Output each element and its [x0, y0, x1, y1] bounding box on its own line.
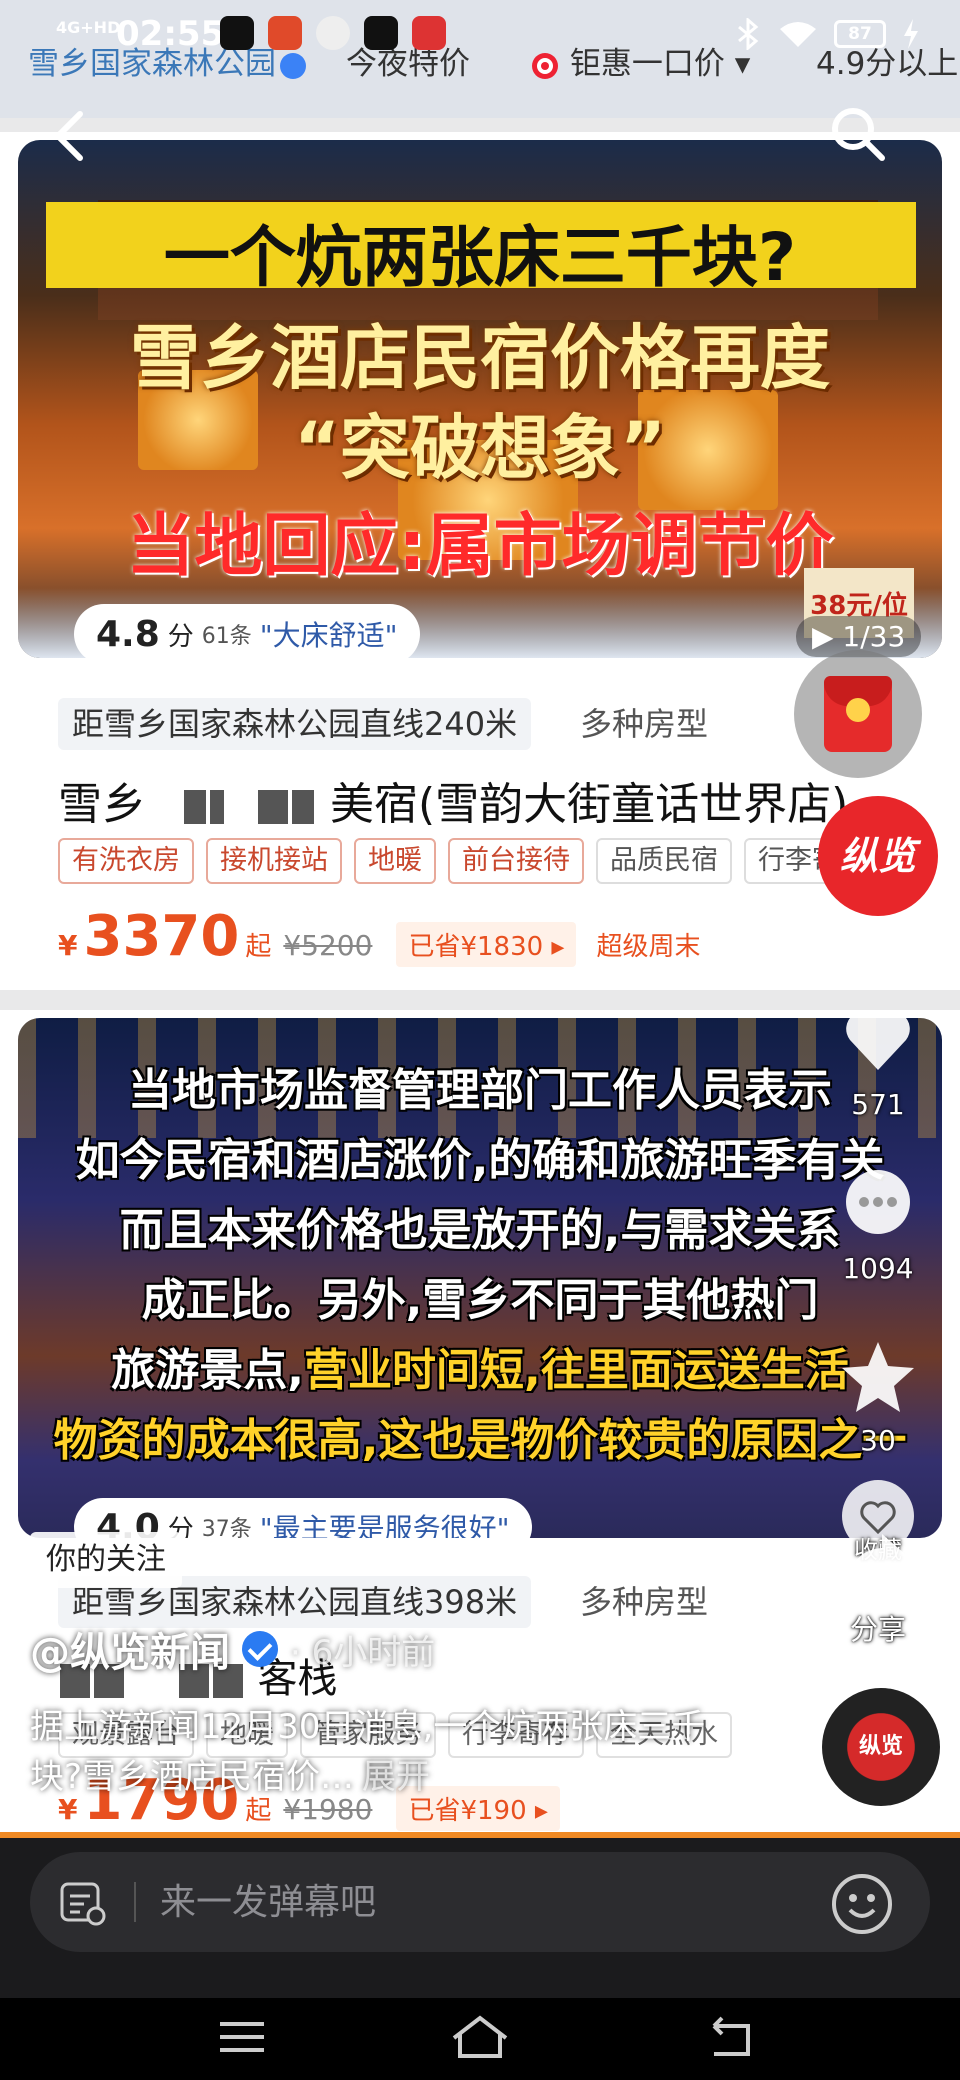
- headline-line2: 雪乡酒店民宿价格再度: [130, 317, 830, 399]
- tag: 接机接站: [206, 838, 342, 884]
- back-nav-icon[interactable]: [700, 2012, 760, 2062]
- favorite-count: 30: [860, 1424, 896, 1457]
- video-frame[interactable]: 雪乡国家森林公园 今夜特价 钜惠一口价 ▾ 4.9分以上 一个炕两张床三千块? …: [0, 0, 960, 1838]
- charging-icon: [904, 19, 918, 49]
- wifi-icon: [780, 22, 816, 47]
- search-icon: [832, 108, 885, 161]
- caption-line: 而且本来价格也是放开的,与需求关系: [119, 1205, 841, 1256]
- news-app-icon: [268, 16, 302, 50]
- caption-line: 物资的成本很高,这也是物价较贵的原因之一: [53, 1415, 907, 1466]
- comment-count: 1094: [842, 1252, 914, 1285]
- system-nav-bar: [0, 1998, 960, 2080]
- back-button[interactable]: [44, 104, 100, 168]
- comment-button[interactable]: 1094: [828, 1164, 928, 1285]
- like-count: 571: [851, 1088, 905, 1121]
- headline-line3: “突破想象”: [293, 407, 666, 489]
- share-label: 分享: [849, 1613, 906, 1646]
- original-price: ¥5200: [283, 929, 373, 962]
- facility-tags: 有洗衣房 接机接站 地暖 前台接待 品质民宿 行李寄存: [58, 838, 880, 884]
- star-icon: [842, 1342, 914, 1412]
- network-indicator: 4G+HD: [56, 18, 121, 37]
- comment-bar: 来一发弹幕吧: [0, 1838, 960, 1998]
- share-arrow-icon: [846, 1534, 912, 1590]
- promo-label: 超级周末: [596, 932, 701, 962]
- tag: 前台接待: [448, 838, 584, 884]
- emoji-icon: [832, 1874, 892, 1934]
- expand-link[interactable]: 展开: [362, 1757, 430, 1797]
- share-button[interactable]: 分享: [828, 1520, 928, 1648]
- heart-icon: [846, 1011, 910, 1070]
- room-type-label: 多种房型: [580, 705, 709, 743]
- author-name[interactable]: @纵览新闻: [30, 1620, 230, 1678]
- distance-label: 距雪乡国家森林公园直线240米: [58, 698, 532, 750]
- author-avatar[interactable]: 纵览: [818, 796, 938, 916]
- status-right: 87: [736, 18, 920, 50]
- danmu-input[interactable]: 来一发弹幕吧: [30, 1852, 930, 1952]
- location-icon: [316, 16, 350, 50]
- hotel-name: 雪乡 美宿(雪韵大街童话世界店): [58, 779, 849, 830]
- saved-badge: 已省¥1830 ▸: [396, 922, 577, 967]
- battery-icon: 87: [834, 20, 886, 48]
- toutiao-icon: [412, 16, 446, 50]
- favorite-button[interactable]: 30: [828, 1336, 928, 1457]
- search-button[interactable]: [826, 102, 890, 166]
- author-row[interactable]: @纵览新闻 · 6小时前: [30, 1620, 435, 1678]
- status-bar: 4G+HD 02:55 87: [0, 0, 960, 72]
- hotel-1-photo: 一个炕两张床三千块? 雪乡酒店民宿价格再度 “突破想象” 当地回应:属市场调节价…: [18, 140, 942, 658]
- tiktok-icon: [220, 16, 254, 50]
- notification-icons: [220, 16, 446, 50]
- red-packet-button[interactable]: [794, 650, 922, 778]
- hotel-2-photo: 当地市场监督管理部门工作人员表示 如今民宿和酒店涨价,的确和旅游旺季有关 而且本…: [18, 1018, 942, 1538]
- headline-question: 一个炕两张床三千块?: [163, 219, 797, 296]
- danmu-placeholder: 来一发弹幕吧: [160, 1882, 377, 1923]
- verified-icon: [242, 1631, 278, 1667]
- follow-badge: 你的关注: [30, 1532, 182, 1588]
- video-description[interactable]: 据上游新闻12月30日消息,一个炕两张床三千块?雪乡酒店民宿价… 展开: [30, 1702, 710, 1802]
- hotel-card-1[interactable]: 一个炕两张床三千块? 雪乡酒店民宿价格再度 “突破想象” 当地回应:属市场调节价…: [0, 132, 960, 990]
- bluetooth-icon: [738, 18, 759, 50]
- music-disc-icon[interactable]: 纵览: [822, 1688, 940, 1806]
- back-arrow-icon: [55, 111, 83, 161]
- clock: 02:55: [116, 14, 225, 54]
- caption-line: 如今民宿和酒店涨价,的确和旅游旺季有关: [75, 1135, 885, 1186]
- tag: 品质民宿: [596, 838, 732, 884]
- danmu-toggle-icon: [60, 1882, 106, 1926]
- price: 3370: [83, 904, 240, 969]
- menu-icon[interactable]: [212, 2012, 272, 2062]
- tag: 有洗衣房: [58, 838, 194, 884]
- home-icon[interactable]: [450, 2012, 510, 2062]
- caption-line: 成正比。另外,雪乡不同于其他热门: [141, 1275, 819, 1326]
- like-button[interactable]: 571: [828, 1000, 928, 1121]
- caption-line: 当地市场监督管理部门工作人员表示: [128, 1065, 832, 1116]
- tag: 地暖: [354, 838, 436, 884]
- room-type-label: 多种房型: [580, 1583, 709, 1621]
- comment-icon: [846, 1170, 910, 1234]
- price-row: ¥ 3370 起 ¥5200 已省¥1830 ▸ 超级周末: [58, 904, 701, 969]
- rating-badge: 4.8 分 61条 "大床舒适": [74, 604, 420, 658]
- post-time: · 6小时前: [290, 1632, 436, 1673]
- tiktok-icon: [364, 16, 398, 50]
- caption-line: 旅游景点,营业时间短,往里面运送生活: [111, 1345, 849, 1396]
